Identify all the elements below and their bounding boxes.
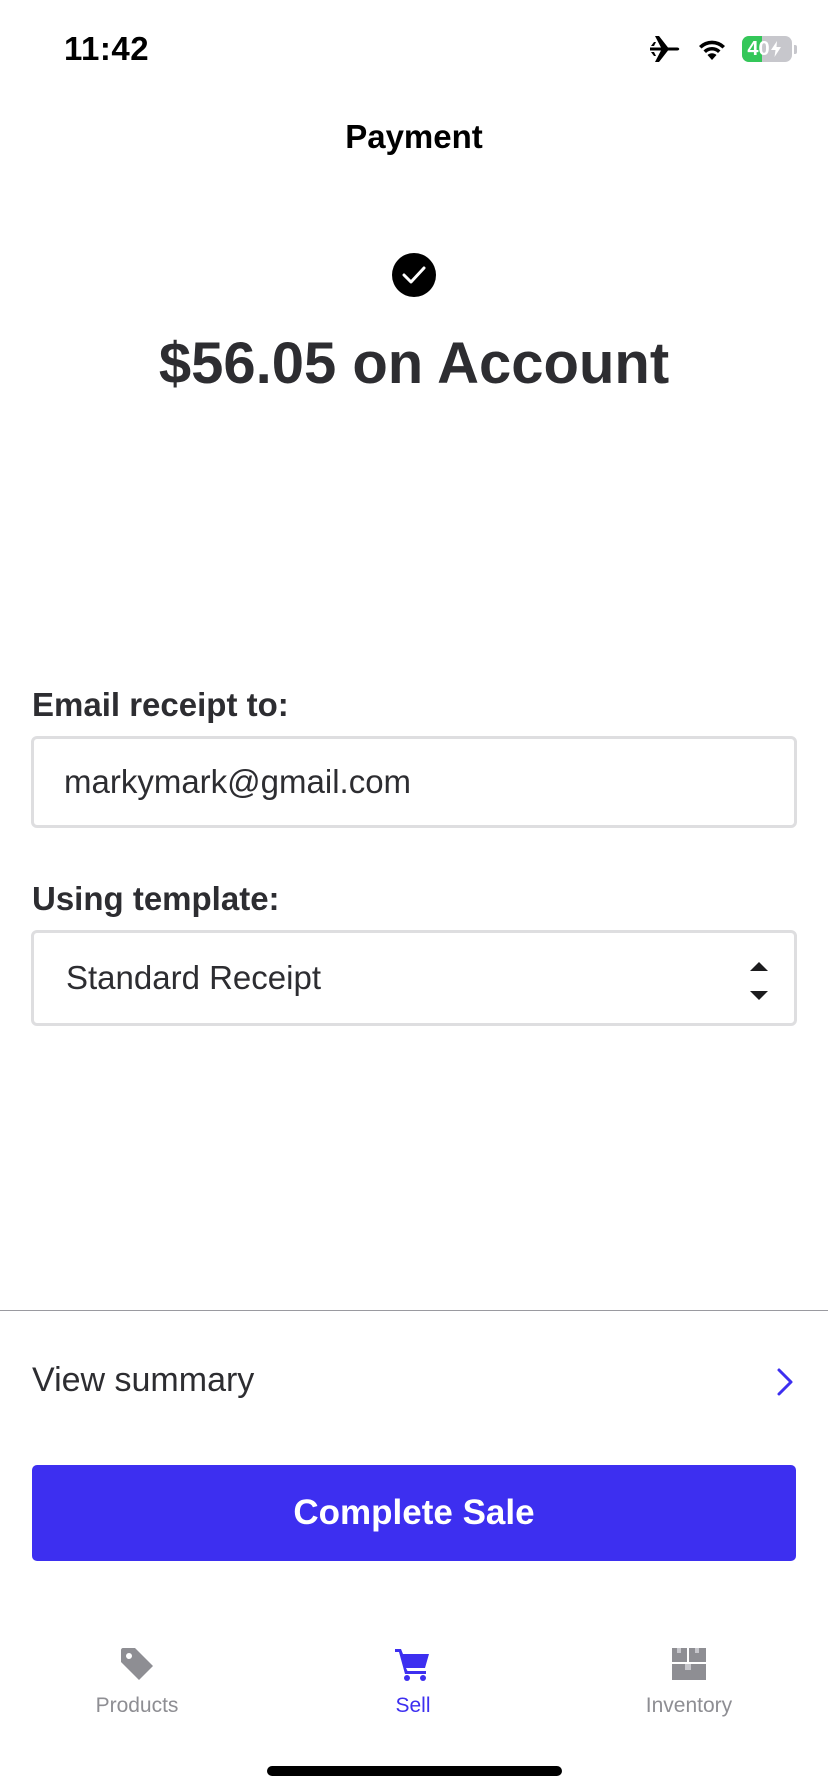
page-title: Payment — [345, 118, 483, 155]
status-bar: 11:42 40 — [0, 0, 828, 100]
checkmark-circle-icon — [392, 253, 436, 297]
bolt-icon — [770, 41, 781, 57]
status-icons: 40 — [648, 34, 797, 64]
tab-inventory-label: Inventory — [645, 1694, 733, 1717]
tab-inventory[interactable]: Inventory — [589, 1620, 789, 1730]
tab-bar: Products Sell Inventory — [0, 1620, 828, 1730]
tab-sell-label: Sell — [395, 1694, 431, 1717]
tag-icon — [121, 1648, 153, 1680]
boxes-icon — [672, 1648, 706, 1680]
email-input[interactable] — [64, 739, 774, 825]
battery-cap — [794, 45, 797, 54]
tab-products-label: Products — [95, 1694, 179, 1717]
cart-icon — [395, 1649, 429, 1681]
airplane-icon — [650, 36, 680, 62]
battery-charging-icon: 40 — [742, 36, 792, 62]
email-field[interactable] — [31, 736, 797, 828]
payment-amount-heading: $56.05 on Account — [158, 331, 670, 396]
view-summary-row[interactable]: View summary — [0, 1311, 828, 1451]
select-arrows-icon — [750, 962, 768, 1000]
complete-sale-button[interactable]: Complete Sale — [32, 1465, 796, 1561]
email-receipt-label: Email receipt to: — [32, 686, 289, 723]
view-summary-label: View summary — [32, 1361, 255, 1399]
battery-level: 40 — [747, 37, 770, 60]
home-indicator — [267, 1766, 562, 1776]
status-time: 11:42 — [64, 30, 150, 67]
wifi-icon — [699, 40, 725, 60]
tab-products[interactable]: Products — [37, 1620, 237, 1730]
chevron-right-icon — [777, 1368, 793, 1396]
tab-sell[interactable]: Sell — [313, 1620, 513, 1730]
template-select-value: Standard Receipt — [66, 959, 321, 996]
template-select[interactable]: Standard Receipt — [31, 930, 797, 1026]
template-label: Using template: — [32, 880, 280, 917]
